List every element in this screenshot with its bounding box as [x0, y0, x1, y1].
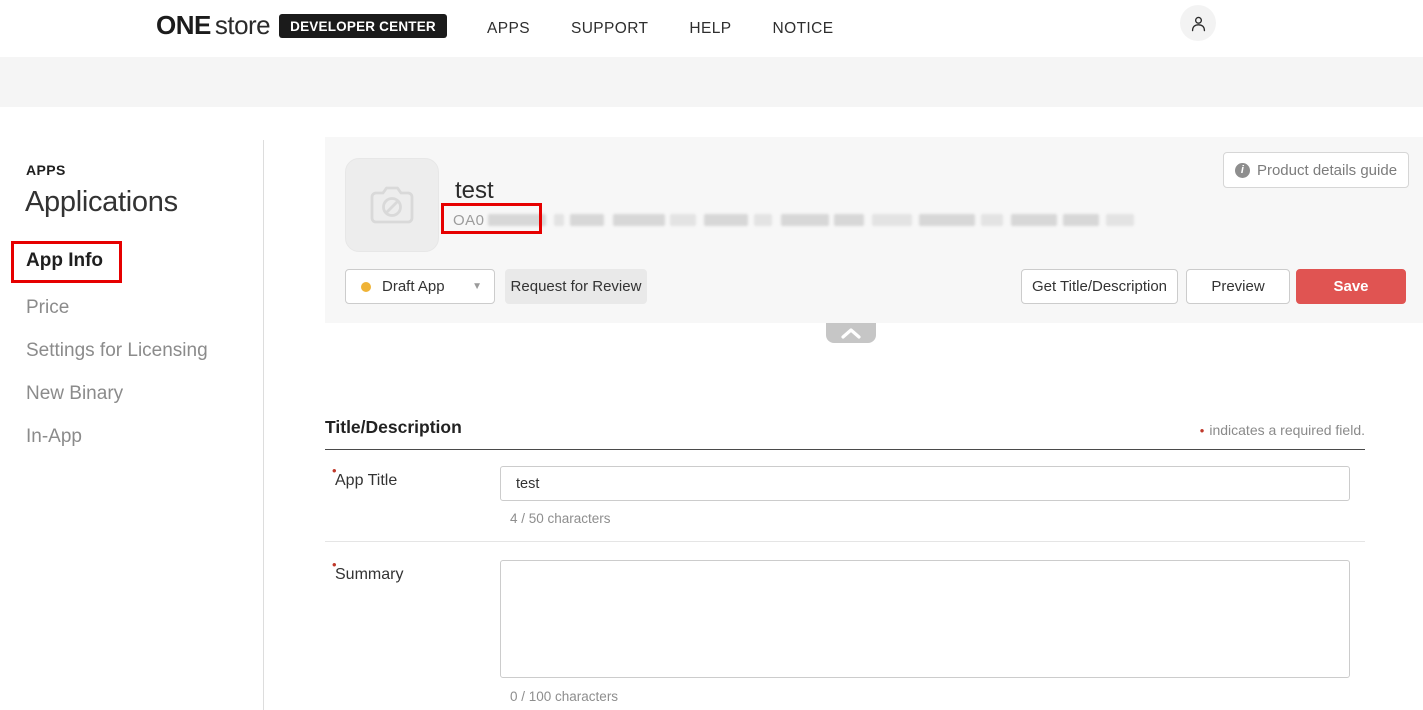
status-dot-draft [361, 282, 371, 292]
developer-center-badge: DEVELOPER CENTER [279, 14, 447, 38]
required-dot-icon: • [332, 557, 337, 572]
app-title-input[interactable] [500, 466, 1350, 501]
get-title-description-button[interactable]: Get Title/Description [1021, 269, 1178, 304]
user-account-button[interactable] [1180, 5, 1216, 41]
header-band [0, 57, 1423, 107]
preview-button[interactable]: Preview [1186, 269, 1290, 304]
sidebar-item-in-app[interactable]: In-App [26, 426, 82, 448]
person-icon [1189, 14, 1208, 33]
nav-help[interactable]: HELP [689, 20, 731, 38]
no-image-camera-icon [368, 183, 416, 227]
app-title-label-text: App Title [335, 472, 397, 489]
app-title-text: test [455, 177, 494, 205]
required-dot-icon: • [1200, 423, 1205, 438]
sidebar-item-price[interactable]: Price [26, 297, 69, 319]
status-label: Draft App [382, 278, 445, 295]
chevron-down-icon: ▼ [472, 281, 482, 292]
chevron-up-icon [840, 327, 862, 339]
nav-apps[interactable]: APPS [487, 20, 530, 38]
onestore-logo[interactable]: ONE store DEVELOPER CENTER [156, 10, 447, 41]
sidebar-item-settings-for-licensing[interactable]: Settings for Licensing [26, 340, 208, 362]
sidebar-divider [263, 140, 264, 710]
sidebar-title: Applications [25, 186, 178, 219]
summary-textarea[interactable] [500, 560, 1350, 678]
app-icon-placeholder [345, 158, 439, 252]
app-header-panel: test OA0 i [325, 137, 1423, 323]
red-annotation-box-app-id [441, 203, 542, 234]
info-icon: i [1235, 163, 1250, 178]
sidebar-item-new-binary[interactable]: New Binary [26, 383, 123, 405]
nav-notice[interactable]: NOTICE [773, 20, 834, 38]
product-details-guide-label: Product details guide [1257, 162, 1397, 179]
sidebar-section-label: APPS [26, 162, 66, 178]
app-status-dropdown[interactable]: Draft App ▼ [345, 269, 495, 304]
app-id-redacted-blur [488, 214, 1134, 227]
request-for-review-button[interactable]: Request for Review [505, 269, 647, 304]
collapse-header-tab[interactable] [826, 323, 876, 343]
logo-one-text: ONE [156, 10, 211, 41]
required-dot-icon: • [332, 463, 337, 478]
sidebar-item-app-info[interactable]: App Info [26, 250, 103, 272]
required-note-text: indicates a required field. [1209, 422, 1365, 438]
nav-support[interactable]: SUPPORT [571, 20, 648, 38]
summary-label: • Summary [335, 566, 403, 584]
required-field-note: • indicates a required field. [1200, 422, 1365, 438]
product-details-guide-button[interactable]: i Product details guide [1223, 152, 1409, 188]
section-header: Title/Description • indicates a required … [325, 410, 1365, 450]
summary-counter: 0 / 100 characters [510, 689, 618, 704]
form-row-app-title: • App Title 4 / 50 characters [325, 450, 1365, 542]
summary-label-text: Summary [335, 566, 403, 583]
app-id-row: OA0 [453, 211, 1134, 229]
logo-store-text: store [215, 10, 270, 41]
top-bar: ONE store DEVELOPER CENTER APPS SUPPORT … [0, 0, 1423, 57]
app-title-counter: 4 / 50 characters [510, 511, 611, 526]
app-title-label: • App Title [335, 472, 397, 490]
top-nav: APPS SUPPORT HELP NOTICE [487, 0, 833, 57]
section-title: Title/Description [325, 417, 462, 438]
save-button[interactable]: Save [1296, 269, 1406, 304]
form-row-summary: • Summary 0 / 100 characters [325, 542, 1365, 710]
page: ONE store DEVELOPER CENTER APPS SUPPORT … [0, 0, 1423, 710]
